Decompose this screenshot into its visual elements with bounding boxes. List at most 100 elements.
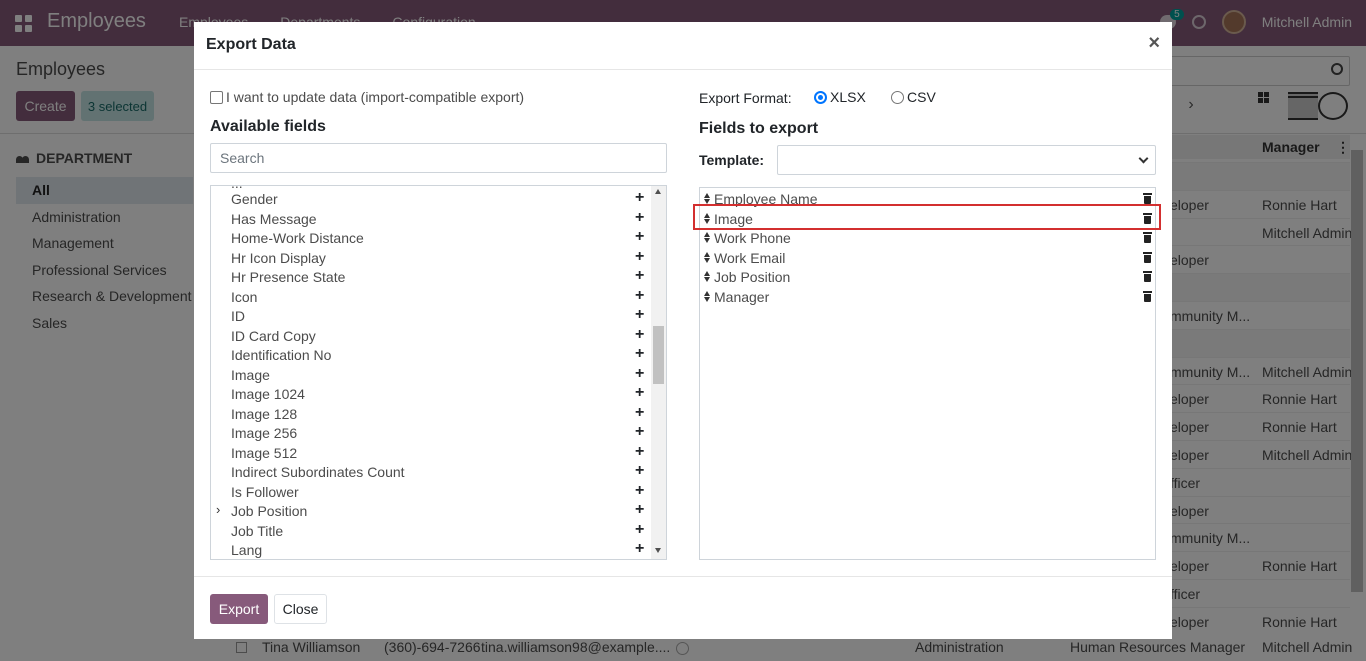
export-button[interactable]: Export: [210, 594, 268, 624]
add-field-icon[interactable]: +: [635, 501, 644, 519]
dialog-footer: Export Close: [194, 576, 1172, 639]
template-label: Template:: [699, 152, 765, 168]
available-field-item[interactable]: Image +: [211, 365, 651, 386]
export-field-label: Manager: [714, 289, 770, 305]
add-field-icon[interactable]: +: [635, 365, 644, 383]
available-field-item[interactable]: Image 256 +: [211, 423, 651, 444]
add-field-icon[interactable]: +: [635, 345, 644, 363]
field-label: Image 1024: [231, 386, 305, 402]
available-field-item[interactable]: Identification No +: [211, 345, 651, 366]
add-field-icon[interactable]: +: [635, 189, 644, 207]
add-field-icon[interactable]: +: [635, 287, 644, 305]
field-label: Image 512: [231, 444, 298, 461]
add-field-icon[interactable]: +: [635, 462, 644, 480]
export-field-label: Job Position: [714, 269, 791, 286]
trash-icon[interactable]: [1143, 291, 1152, 302]
available-fields-box: ... Gender+Has Message+Home-Work Distanc…: [210, 185, 667, 560]
available-field-item[interactable]: Hr Icon Display +: [211, 248, 651, 269]
close-button[interactable]: Close: [274, 594, 327, 624]
available-field-item[interactable]: ID +: [211, 306, 651, 327]
add-field-icon[interactable]: +: [635, 384, 644, 402]
xlsx-label: XLSX: [830, 89, 866, 105]
add-field-icon[interactable]: +: [635, 423, 644, 441]
field-label: Image: [231, 366, 270, 383]
available-field-item[interactable]: Lang +: [211, 540, 651, 559]
trash-icon[interactable]: [1143, 193, 1152, 204]
available-field-item[interactable]: Image 1024 +: [211, 384, 651, 405]
import-compatible-checkbox[interactable]: [210, 90, 223, 104]
available-field-item[interactable]: Is Follower +: [211, 482, 651, 503]
scroll-thumb[interactable]: [653, 326, 664, 384]
field-search-input[interactable]: Search: [210, 143, 667, 173]
field-label: Image 256: [231, 425, 298, 441]
available-fields-list: Gender + Has Message + Home-Work Distance + Hr…: [211, 189, 651, 559]
add-field-icon[interactable]: +: [635, 209, 644, 227]
export-field-row[interactable]: Work Email: [700, 249, 1155, 269]
chevron-right-icon[interactable]: ›: [216, 502, 220, 517]
available-field-item[interactable]: Home-Work Distance +: [211, 228, 651, 249]
import-compatible-label: I want to update data (import-compatible…: [226, 89, 525, 105]
fields-to-export-title: Fields to export: [699, 120, 819, 137]
available-field-item[interactable]: ID Card Copy +: [211, 326, 651, 347]
field-label: ID: [231, 308, 245, 324]
format-option-xlsx[interactable]: XLSX: [814, 89, 866, 105]
field-label: Indirect Subordinates Count: [231, 464, 405, 480]
field-label: Job Title: [231, 522, 284, 539]
available-field-item[interactable]: › Job Position +: [211, 501, 651, 522]
export-dialog: Export Data × I want to update data (imp…: [194, 22, 1172, 639]
trash-icon[interactable]: [1143, 271, 1152, 283]
field-label: Identification No: [231, 347, 332, 363]
field-label: Is Follower: [231, 483, 299, 500]
field-label: Hr Icon Display: [231, 249, 326, 266]
sort-handle-icon[interactable]: [704, 232, 711, 244]
available-field-item[interactable]: Image 512 +: [211, 443, 651, 464]
add-field-icon[interactable]: +: [635, 267, 644, 285]
available-field-item[interactable]: Has Message +: [211, 209, 651, 230]
fields-to-export-list: Employee Name Image Work Phone Work Email Jo…: [699, 187, 1156, 560]
add-field-icon[interactable]: +: [635, 228, 644, 246]
add-field-icon[interactable]: +: [635, 443, 644, 461]
available-field-item[interactable]: Job Title +: [211, 521, 651, 542]
field-label: Hr Presence State: [231, 269, 346, 285]
export-format-label: Export Format:: [699, 90, 792, 106]
export-field-row[interactable]: Manager: [700, 288, 1155, 308]
close-icon[interactable]: ×: [1148, 32, 1160, 55]
sort-handle-icon[interactable]: [704, 251, 711, 264]
add-field-icon[interactable]: +: [635, 248, 644, 266]
format-option-csv[interactable]: CSV: [891, 89, 936, 105]
chevron-down-icon[interactable]: [1138, 153, 1149, 164]
available-fields-scrollbar[interactable]: [651, 186, 666, 559]
export-field-row[interactable]: Work Phone: [700, 229, 1155, 249]
add-field-icon[interactable]: +: [635, 540, 644, 558]
field-label: ID Card Copy: [231, 327, 316, 344]
export-field-label: Work Phone: [714, 230, 791, 247]
available-field-item[interactable]: Image 128 +: [211, 404, 651, 425]
available-fields-title: Available fields: [210, 118, 326, 135]
trash-icon[interactable]: [1143, 251, 1152, 263]
import-compatible-option[interactable]: I want to update data (import-compatible…: [210, 89, 524, 105]
trash-icon[interactable]: [1143, 232, 1152, 244]
export-field-label: Work Email: [714, 249, 786, 266]
field-label: Home-Work Distance: [231, 230, 364, 246]
add-field-icon[interactable]: +: [635, 482, 644, 500]
scroll-down-icon[interactable]: [655, 548, 661, 553]
csv-radio[interactable]: [891, 90, 904, 104]
available-field-item[interactable]: Gender +: [211, 189, 651, 210]
highlight-box: [693, 204, 1161, 230]
field-label: Image 128: [231, 405, 298, 422]
add-field-icon[interactable]: +: [635, 521, 644, 539]
available-field-item[interactable]: Indirect Subordinates Count +: [211, 462, 651, 483]
sort-handle-icon[interactable]: [704, 271, 711, 283]
export-field-row[interactable]: Job Position: [700, 268, 1155, 288]
available-field-item[interactable]: Hr Presence State +: [211, 267, 651, 288]
field-label: Icon: [231, 288, 258, 305]
add-field-icon[interactable]: +: [635, 326, 644, 344]
add-field-icon[interactable]: +: [635, 306, 644, 324]
sort-handle-icon[interactable]: [704, 291, 711, 303]
xlsx-radio[interactable]: [814, 90, 827, 104]
add-field-icon[interactable]: +: [635, 404, 644, 422]
scroll-up-icon[interactable]: [655, 189, 661, 194]
field-label: Job Position: [231, 503, 308, 519]
available-field-item[interactable]: Icon +: [211, 287, 651, 308]
template-select[interactable]: [777, 145, 1156, 175]
